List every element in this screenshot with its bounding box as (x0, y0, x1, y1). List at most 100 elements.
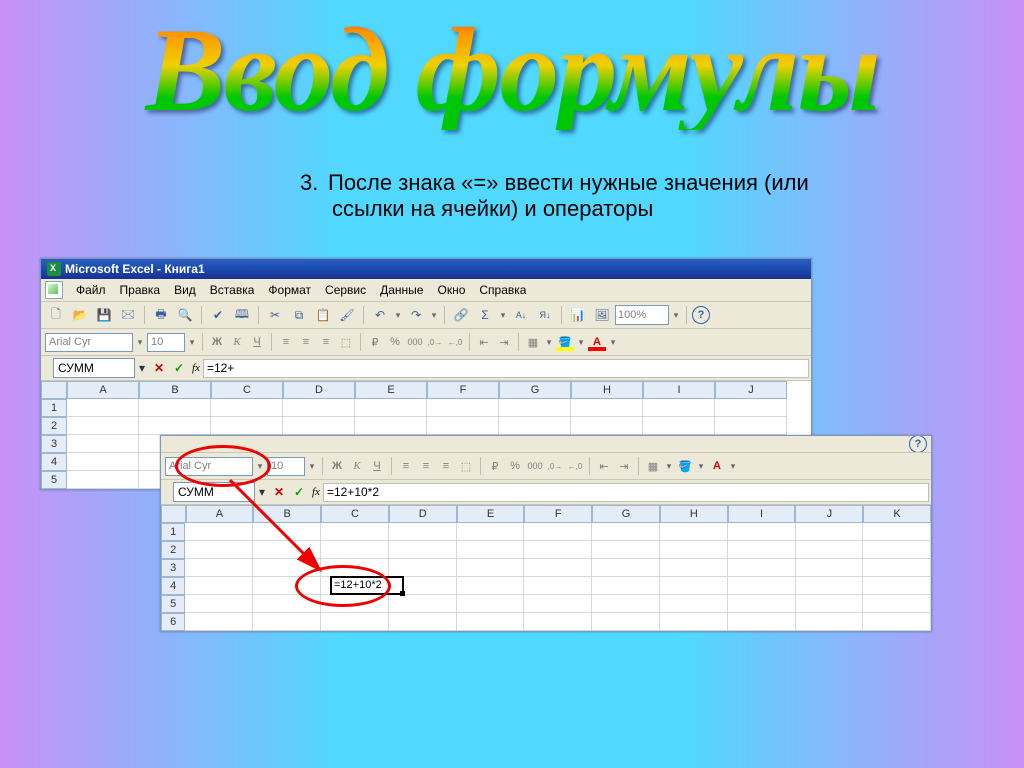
menu-file[interactable]: Файл (69, 281, 113, 299)
grid-2[interactable]: A B C D E F G H I J K 1 2 3 4 5 6 =12+10… (161, 505, 931, 631)
row-header[interactable]: 1 (41, 399, 67, 417)
formula-text[interactable]: =12+ (203, 359, 809, 378)
dec-indent-icon[interactable]: ⇤ (595, 457, 613, 475)
row-header[interactable]: 1 (161, 523, 185, 541)
col-header[interactable]: H (571, 381, 643, 399)
drawing-icon[interactable]: 🖼 (591, 304, 613, 326)
paste-icon[interactable]: 📋 (312, 304, 334, 326)
cancel-icon[interactable]: ✕ (150, 359, 168, 377)
redo-icon[interactable]: ↷ (405, 304, 427, 326)
col-header[interactable]: F (524, 505, 592, 523)
col-header[interactable]: J (795, 505, 863, 523)
col-header[interactable]: A (67, 381, 139, 399)
comma-icon[interactable]: 000 (526, 457, 544, 475)
font-size-box[interactable]: 10 (267, 457, 305, 476)
name-box[interactable]: СУММ (173, 482, 255, 502)
col-header[interactable]: F (427, 381, 499, 399)
row-header[interactable]: 4 (41, 453, 67, 471)
redo-drop-icon[interactable]: ▾ (429, 304, 439, 326)
autosum-drop-icon[interactable]: ▾ (498, 304, 508, 326)
dec-decimal-icon[interactable]: ←,0 (446, 333, 464, 351)
italic-button[interactable]: К (228, 333, 246, 351)
select-all-corner[interactable] (161, 505, 186, 523)
percent-icon[interactable]: % (506, 457, 524, 475)
inc-indent-icon[interactable]: ⇥ (615, 457, 633, 475)
col-header[interactable]: I (643, 381, 715, 399)
align-center-icon[interactable]: ≡ (297, 333, 315, 351)
undo-icon[interactable]: ↶ (369, 304, 391, 326)
fontcolor-drop-icon[interactable]: ▾ (608, 331, 618, 353)
italic-button[interactable]: К (348, 457, 366, 475)
col-header[interactable]: B (253, 505, 321, 523)
percent-icon[interactable]: % (386, 333, 404, 351)
preview-icon[interactable]: 🔍 (174, 304, 196, 326)
align-right-icon[interactable]: ≡ (317, 333, 335, 351)
font-drop-icon[interactable]: ▾ (255, 455, 265, 477)
menu-data[interactable]: Данные (373, 281, 430, 299)
help-icon[interactable]: ? (909, 436, 927, 453)
enter-icon[interactable]: ✓ (290, 483, 308, 501)
inc-indent-icon[interactable]: ⇥ (495, 333, 513, 351)
autosum-icon[interactable]: Σ (474, 304, 496, 326)
enter-icon[interactable]: ✓ (170, 359, 188, 377)
chart-icon[interactable]: 📊 (567, 304, 589, 326)
fill-color-icon[interactable]: 🪣 (676, 457, 694, 475)
col-header[interactable]: D (389, 505, 457, 523)
currency-icon[interactable]: ₽ (486, 457, 504, 475)
open-icon[interactable]: 📂 (69, 304, 91, 326)
currency-icon[interactable]: ₽ (366, 333, 384, 351)
size-drop-icon[interactable]: ▾ (307, 455, 317, 477)
active-cell-c4[interactable]: =12+10*2 (330, 576, 404, 595)
bold-button[interactable]: Ж (328, 457, 346, 475)
print-icon[interactable]: 🖶 (150, 304, 172, 326)
fx-icon[interactable]: fx (192, 362, 200, 374)
inc-decimal-icon[interactable]: ,0→ (426, 333, 444, 351)
col-header[interactable]: E (355, 381, 427, 399)
row-header[interactable]: 4 (161, 577, 185, 595)
research-icon[interactable]: 🕮 (231, 304, 253, 326)
col-header[interactable]: C (321, 505, 389, 523)
inc-decimal-icon[interactable]: ,0→ (546, 457, 564, 475)
col-header[interactable]: J (715, 381, 787, 399)
row-header[interactable]: 6 (161, 613, 185, 631)
align-center-icon[interactable]: ≡ (417, 457, 435, 475)
font-name-box[interactable]: Arial Cyr (45, 333, 133, 352)
dec-indent-icon[interactable]: ⇤ (475, 333, 493, 351)
underline-button[interactable]: Ч (368, 457, 386, 475)
align-left-icon[interactable]: ≡ (397, 457, 415, 475)
fontcolor-drop-icon[interactable]: ▾ (728, 455, 738, 477)
row-header[interactable]: 3 (161, 559, 185, 577)
col-header[interactable]: H (660, 505, 728, 523)
formula-text[interactable]: =12+10*2 (323, 483, 929, 502)
row-header[interactable]: 5 (41, 471, 67, 489)
zoom-box[interactable]: 100% (615, 305, 669, 325)
col-header[interactable]: I (728, 505, 796, 523)
merge-icon[interactable]: ⬚ (337, 333, 355, 351)
col-header[interactable]: K (863, 505, 931, 523)
borders-drop-icon[interactable]: ▾ (664, 455, 674, 477)
row-header[interactable]: 2 (41, 417, 67, 435)
format-painter-icon[interactable]: 🖌 (336, 304, 358, 326)
col-header[interactable]: G (499, 381, 571, 399)
font-size-box[interactable]: 10 (147, 333, 185, 352)
col-header[interactable]: A (186, 505, 254, 523)
font-drop-icon[interactable]: ▾ (135, 331, 145, 353)
borders-icon[interactable]: ▦ (644, 457, 662, 475)
fill-color-icon[interactable]: 🪣 (556, 333, 574, 351)
name-box[interactable]: СУММ (53, 358, 135, 378)
menu-edit[interactable]: Правка (113, 281, 168, 299)
size-drop-icon[interactable]: ▾ (187, 331, 197, 353)
save-icon[interactable]: 💾 (93, 304, 115, 326)
zoom-drop-icon[interactable]: ▾ (671, 304, 681, 326)
new-icon[interactable]: 🗋 (45, 304, 67, 326)
name-box-arrow-icon[interactable]: ▾ (135, 361, 149, 375)
name-box-arrow-icon[interactable]: ▾ (255, 485, 269, 499)
underline-button[interactable]: Ч (248, 333, 266, 351)
borders-drop-icon[interactable]: ▾ (544, 331, 554, 353)
col-header[interactable]: B (139, 381, 211, 399)
borders-icon[interactable]: ▦ (524, 333, 542, 351)
align-right-icon[interactable]: ≡ (437, 457, 455, 475)
bold-button[interactable]: Ж (208, 333, 226, 351)
menu-insert[interactable]: Вставка (203, 281, 262, 299)
comma-icon[interactable]: 000 (406, 333, 424, 351)
